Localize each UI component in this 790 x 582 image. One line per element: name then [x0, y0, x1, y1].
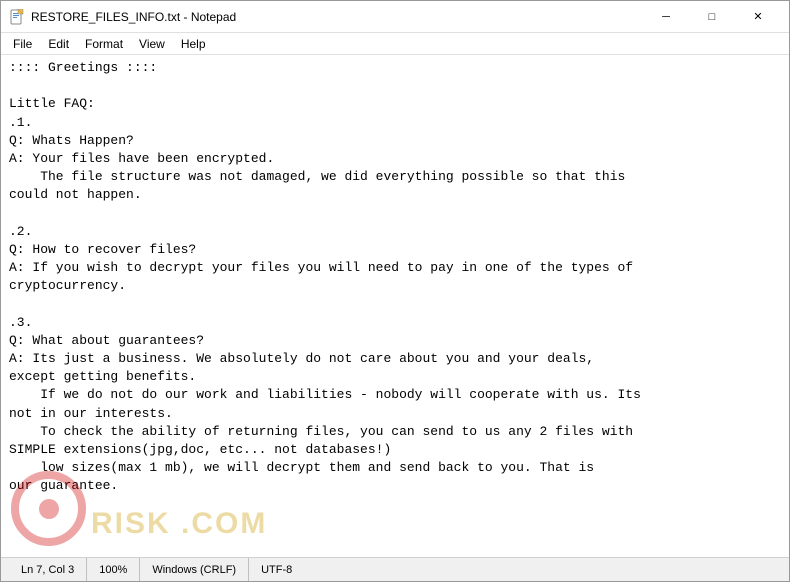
- maximize-button[interactable]: □: [689, 1, 735, 33]
- encoding: UTF-8: [249, 558, 304, 581]
- status-bar: Ln 7, Col 3 100% Windows (CRLF) UTF-8: [1, 557, 789, 581]
- title-bar-controls: ─ □ ✕: [643, 1, 781, 33]
- title-bar: RESTORE_FILES_INFO.txt - Notepad ─ □ ✕: [1, 1, 789, 33]
- notepad-icon: [9, 9, 25, 25]
- close-button[interactable]: ✕: [735, 1, 781, 33]
- menu-bar: File Edit Format View Help: [1, 33, 789, 55]
- menu-format[interactable]: Format: [77, 35, 131, 53]
- minimize-button[interactable]: ─: [643, 1, 689, 33]
- menu-edit[interactable]: Edit: [40, 35, 77, 53]
- line-ending: Windows (CRLF): [140, 558, 249, 581]
- menu-help[interactable]: Help: [173, 35, 214, 53]
- window-title: RESTORE_FILES_INFO.txt - Notepad: [31, 10, 643, 24]
- zoom-level: 100%: [87, 558, 140, 581]
- menu-view[interactable]: View: [131, 35, 173, 53]
- notepad-window: RESTORE_FILES_INFO.txt - Notepad ─ □ ✕ F…: [0, 0, 790, 582]
- editor-area: :::: Greetings :::: Little FAQ: .1. Q: W…: [1, 55, 789, 557]
- text-editor[interactable]: :::: Greetings :::: Little FAQ: .1. Q: W…: [1, 55, 789, 557]
- menu-file[interactable]: File: [5, 35, 40, 53]
- cursor-position: Ln 7, Col 3: [9, 558, 87, 581]
